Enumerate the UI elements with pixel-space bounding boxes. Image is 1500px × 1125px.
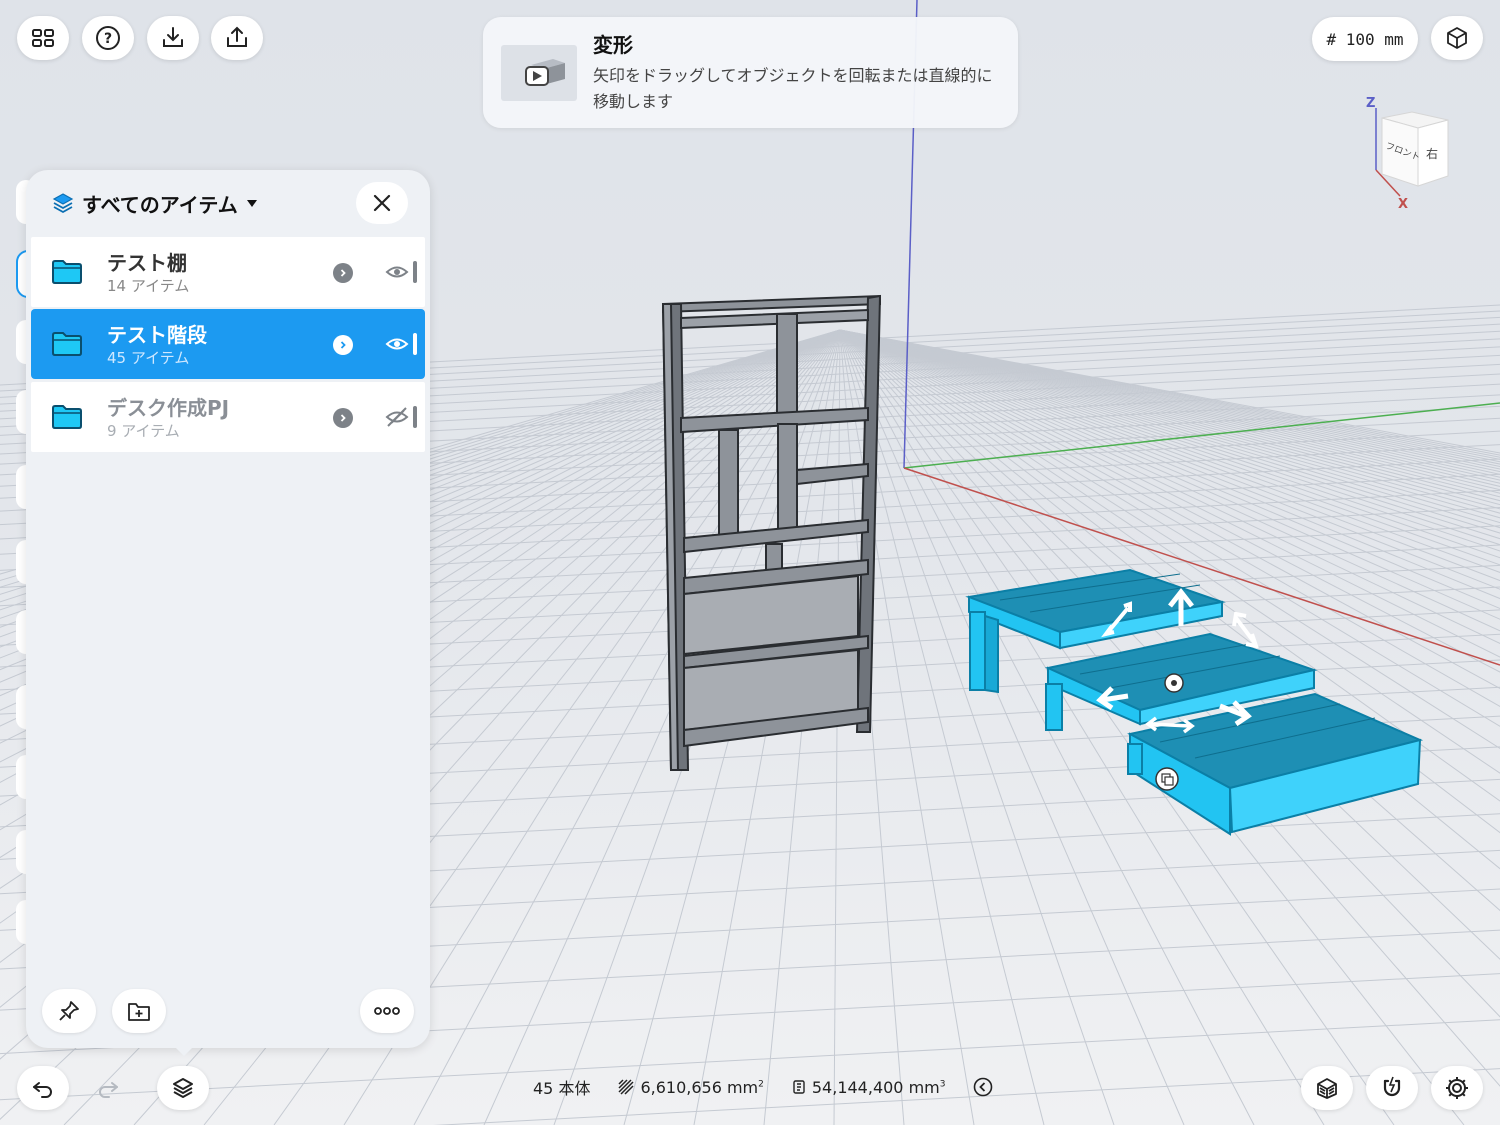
drag-handle[interactable] xyxy=(413,333,417,355)
chevron-right-icon xyxy=(340,269,346,277)
folder-name: テスト棚 xyxy=(107,251,187,275)
import-button[interactable] xyxy=(147,16,199,60)
volume-exponent: 3 xyxy=(939,1079,946,1090)
folder-item-count: 14 アイテム xyxy=(107,277,190,295)
surface-area-value: 6,610,656 mm xyxy=(640,1077,759,1097)
view-mode-icon xyxy=(1447,27,1467,49)
folder-name: テスト階段 xyxy=(107,323,207,347)
redo-button[interactable] xyxy=(82,1066,134,1110)
body-count: 45 本体 xyxy=(533,1075,590,1099)
open-folder-button[interactable] xyxy=(333,335,353,355)
folder-row[interactable]: テスト階段 45 アイテム xyxy=(31,309,425,379)
help-button[interactable]: ? xyxy=(82,16,134,60)
status-bar: 45 本体 6,610,656 mm2 54,144,400 mm3 xyxy=(533,1072,993,1102)
surface-area-exponent: 2 xyxy=(758,1079,764,1090)
svg-text:?: ? xyxy=(104,31,112,47)
close-icon xyxy=(373,194,391,212)
folder-name: デスク作成PJ xyxy=(107,396,230,420)
folder-icon xyxy=(52,260,82,284)
export-button[interactable] xyxy=(211,16,263,60)
material-button[interactable] xyxy=(1301,1066,1353,1110)
view-cube[interactable]: Z X フロント 右 xyxy=(1360,90,1470,210)
play-video-icon xyxy=(525,59,565,86)
settings-gear-icon xyxy=(1446,1077,1468,1099)
visibility-eye-icon[interactable] xyxy=(385,261,409,283)
visibility-eye-icon[interactable] xyxy=(385,333,409,355)
collapse-stats-icon[interactable] xyxy=(973,1077,993,1097)
help-icon: ? xyxy=(96,26,120,50)
folder-row[interactable]: テスト棚 14 アイテム xyxy=(31,237,425,307)
left-strip xyxy=(0,170,40,1050)
open-folder-button[interactable] xyxy=(333,263,353,283)
transform-hint-card: 変形 矢印をドラッグしてオブジェクトを回転または直線的に移動します xyxy=(483,17,1018,128)
drag-handle[interactable] xyxy=(413,261,417,283)
layers-icon xyxy=(173,1078,193,1098)
body-count-text: 45 本体 xyxy=(533,1079,591,1098)
items-panel: すべてのアイテム テスト棚 14 アイテムテスト階段 45 アイテムデスク作成PJ 9… xyxy=(26,170,430,1048)
view-cube-right-face[interactable]: 右 xyxy=(1426,146,1438,161)
chevron-right-icon xyxy=(340,341,346,349)
layers-stack-icon xyxy=(52,193,74,214)
chevron-right-icon xyxy=(340,414,346,422)
panel-title: すべてのアイテム xyxy=(82,192,238,217)
volume-icon xyxy=(793,1080,805,1094)
folder-item-count: 45 アイテム xyxy=(107,349,190,367)
redo-icon xyxy=(99,1082,118,1098)
export-icon xyxy=(227,26,247,47)
axis-x-label: X xyxy=(1398,197,1408,210)
pin-button[interactable] xyxy=(42,989,96,1033)
new-folder-button[interactable] xyxy=(112,989,166,1033)
pin-icon xyxy=(59,1001,79,1021)
open-folder-button[interactable] xyxy=(333,408,353,428)
folder-item-count: 9 アイテム xyxy=(107,422,180,440)
hint-text: 矢印をドラッグしてオブジェクトを回転または直線的に移動します xyxy=(593,66,993,111)
snap-magnet-button[interactable] xyxy=(1366,1066,1418,1110)
more-dots-icon xyxy=(374,1007,400,1015)
view-mode-button[interactable] xyxy=(1431,16,1483,60)
import-icon xyxy=(163,27,183,47)
panel-header[interactable]: すべてのアイテム xyxy=(52,188,258,218)
folder-row[interactable]: デスク作成PJ 9 アイテム xyxy=(31,382,425,452)
layers-button[interactable] xyxy=(157,1066,209,1110)
folder-icon xyxy=(52,405,82,429)
surface-area-icon xyxy=(618,1079,634,1095)
undo-icon xyxy=(33,1082,52,1098)
volume: 54,144,400 mm3 xyxy=(792,1077,946,1097)
grid-size-chip[interactable]: # 100 mm xyxy=(1312,17,1418,61)
settings-button[interactable] xyxy=(1431,1066,1483,1110)
material-icon xyxy=(1317,1078,1337,1099)
visibility-hidden-icon[interactable] xyxy=(385,406,409,428)
snap-magnet-icon xyxy=(1383,1076,1401,1097)
undo-button[interactable] xyxy=(17,1066,69,1110)
panel-pointer xyxy=(170,1042,198,1056)
hint-video-thumbnail[interactable] xyxy=(501,45,577,101)
add-folder-icon xyxy=(128,1003,150,1021)
drag-handle[interactable] xyxy=(413,406,417,428)
hint-title: 変形 xyxy=(593,33,633,57)
volume-value: 54,144,400 mm xyxy=(811,1077,940,1097)
chevron-down-icon xyxy=(246,200,257,207)
more-options-button[interactable] xyxy=(360,989,414,1033)
folder-icon xyxy=(52,332,82,356)
grid-menu-button[interactable] xyxy=(17,16,69,60)
axis-z-label: Z xyxy=(1366,96,1375,111)
close-panel-button[interactable] xyxy=(356,182,408,224)
grid-menu-icon xyxy=(32,29,54,47)
surface-area: 6,610,656 mm2 xyxy=(618,1077,764,1097)
